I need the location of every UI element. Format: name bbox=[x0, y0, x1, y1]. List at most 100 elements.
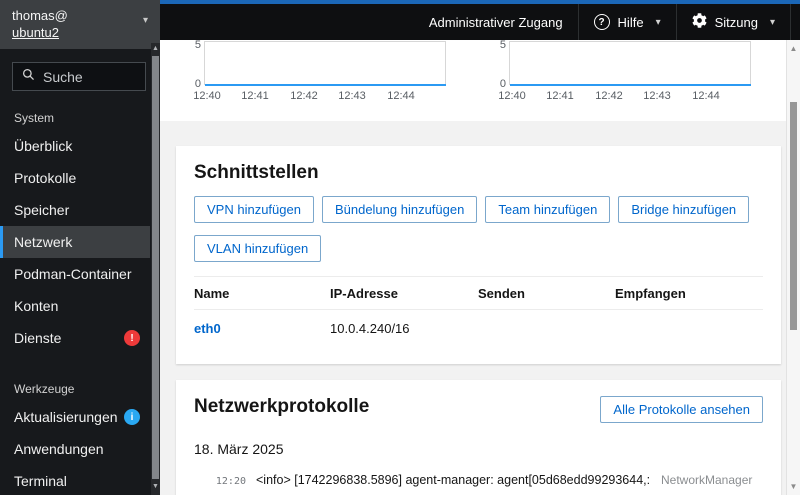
help-menu[interactable]: ? Hilfe ▾ bbox=[579, 4, 676, 40]
alert-badge: ! bbox=[124, 330, 140, 346]
chart-receive: 5 0 12:40 12:41 12:42 12:43 12:44 bbox=[493, 40, 754, 103]
sidebar-item-label: Überblick bbox=[14, 138, 73, 154]
sidebar-scrollbar-thumb[interactable] bbox=[152, 56, 159, 479]
sidebar-nav: System Überblick Protokolle Speicher Net… bbox=[0, 49, 160, 495]
sidebar-item-label: Protokolle bbox=[14, 170, 77, 186]
gear-icon bbox=[692, 13, 707, 31]
sidebar-item-label: Podman-Container bbox=[14, 266, 132, 282]
masthead: Administrativer Zugang ? Hilfe ▾ Sitzung… bbox=[160, 0, 800, 40]
add-bond-button[interactable]: Bündelung hinzufügen bbox=[321, 196, 478, 223]
sidebar-item-terminal[interactable]: Terminal bbox=[0, 465, 150, 495]
log-message: <info> [1742296838.5896] agent-manager: … bbox=[256, 473, 651, 487]
sidebar-item-speicher[interactable]: Speicher bbox=[0, 194, 150, 226]
sidebar-item-label: Speicher bbox=[14, 202, 70, 218]
x-axis: 12:40 12:41 12:42 12:43 12:44 bbox=[498, 90, 754, 103]
sidebar-item-protokolle[interactable]: Protokolle bbox=[0, 162, 150, 194]
host-name: ubuntu2 bbox=[12, 25, 59, 40]
chevron-down-icon: ▾ bbox=[769, 16, 775, 28]
x-tick: 12:43 bbox=[338, 90, 366, 102]
scroll-down-icon[interactable]: ▼ bbox=[787, 482, 800, 491]
admin-access-label: Administrativer Zugang bbox=[428, 14, 563, 30]
chart-send: 5 0 12:40 12:41 12:42 12:43 12:44 bbox=[188, 40, 449, 103]
search-icon bbox=[22, 68, 35, 86]
log-list: 12:20 <info> [1742296838.5896] agent-man… bbox=[194, 465, 763, 495]
x-tick: 12:43 bbox=[643, 90, 671, 102]
y-tick: 5 bbox=[194, 40, 201, 51]
x-tick: 12:40 bbox=[193, 90, 221, 102]
add-team-button[interactable]: Team hinzufügen bbox=[485, 196, 611, 223]
chart-line bbox=[205, 84, 446, 86]
sidebar-item-label: Dienste bbox=[14, 330, 62, 346]
x-tick: 12:42 bbox=[290, 90, 318, 102]
sidebar-item-aktualisierungen[interactable]: Aktualisierungen i bbox=[0, 401, 150, 433]
sidebar-item-podman-container[interactable]: Podman-Container bbox=[0, 258, 150, 290]
log-row[interactable]: 12:20 <info> [1742296838.5896] agent-man… bbox=[194, 465, 763, 495]
sidebar-item-label: Aktualisierungen bbox=[14, 409, 118, 425]
chevron-down-icon: ▾ bbox=[142, 15, 148, 26]
content-scrollbar[interactable]: ▲ ▼ bbox=[786, 40, 800, 495]
search-box[interactable] bbox=[12, 62, 146, 91]
session-menu[interactable]: Sitzung ▾ bbox=[677, 4, 790, 40]
column-header-ip: IP-Adresse bbox=[330, 276, 478, 310]
y-axis: 5 0 bbox=[493, 40, 509, 90]
interfaces-card: Schnittstellen VPN hinzufügen Bündelung … bbox=[176, 146, 781, 364]
x-tick: 12:42 bbox=[595, 90, 623, 102]
main-area: Administrativer Zugang ? Hilfe ▾ Sitzung… bbox=[160, 0, 800, 495]
sidebar-item-label: Netzwerk bbox=[14, 234, 73, 250]
column-header-send: Senden bbox=[478, 276, 615, 310]
user-name: thomas@ bbox=[12, 8, 68, 23]
sidebar-item-dienste[interactable]: Dienste ! bbox=[0, 322, 150, 354]
content-scrollbar-thumb[interactable] bbox=[790, 102, 797, 330]
column-header-name: Name bbox=[194, 276, 330, 310]
x-tick: 12:41 bbox=[241, 90, 269, 102]
interfaces-title: Schnittstellen bbox=[194, 162, 319, 183]
x-tick: 12:44 bbox=[387, 90, 415, 102]
chart-line bbox=[510, 84, 751, 86]
sidebar-item-konten[interactable]: Konten bbox=[0, 290, 150, 322]
column-header-receive: Empfangen bbox=[615, 276, 763, 310]
interface-receive bbox=[615, 310, 763, 349]
x-axis: 12:40 12:41 12:42 12:43 12:44 bbox=[193, 90, 449, 103]
search-input[interactable] bbox=[43, 68, 133, 85]
scroll-up-icon[interactable]: ▲ bbox=[151, 43, 160, 55]
table-row[interactable]: eth0 10.0.4.240/16 bbox=[194, 310, 763, 349]
interfaces-table: Name IP-Adresse Senden Empfangen eth0 10… bbox=[194, 276, 763, 348]
add-vlan-button[interactable]: VLAN hinzufügen bbox=[194, 235, 322, 262]
y-axis: 5 0 bbox=[188, 40, 204, 90]
help-label: Hilfe bbox=[617, 14, 644, 30]
user-menu[interactable]: thomas@ ubuntu2 ▾ bbox=[0, 0, 160, 49]
sidebar-item-label: Anwendungen bbox=[14, 441, 104, 457]
info-badge: i bbox=[124, 409, 140, 425]
logs-title: Netzwerkprotokolle bbox=[194, 396, 370, 417]
help-icon: ? bbox=[593, 14, 610, 30]
log-service: NetworkManager bbox=[661, 473, 753, 487]
nav-section-system: System bbox=[14, 111, 55, 125]
nav-section-werkzeuge: Werkzeuge bbox=[14, 382, 75, 396]
chart-plot-area bbox=[509, 41, 751, 86]
sidebar-scrollbar[interactable]: ▲ ▼ bbox=[151, 43, 160, 495]
interface-eth0-link[interactable]: eth0 bbox=[194, 321, 221, 336]
traffic-charts: 5 0 12:40 12:41 12:42 12:43 12:44 5 0 12… bbox=[160, 40, 786, 121]
log-time: 12:20 bbox=[215, 476, 246, 487]
scroll-down-icon[interactable]: ▼ bbox=[151, 481, 160, 493]
add-bridge-button[interactable]: Bridge hinzufügen bbox=[618, 196, 750, 223]
x-tick: 12:44 bbox=[692, 90, 720, 102]
scroll-up-icon[interactable]: ▲ bbox=[787, 44, 800, 53]
sidebar-item-label: Konten bbox=[14, 298, 59, 314]
table-header-row: Name IP-Adresse Senden Empfangen bbox=[194, 276, 763, 310]
session-label: Sitzung bbox=[714, 14, 758, 30]
sidebar: thomas@ ubuntu2 ▾ System Überblick Proto… bbox=[0, 0, 160, 495]
x-tick: 12:41 bbox=[546, 90, 574, 102]
add-vpn-button[interactable]: VPN hinzufügen bbox=[194, 196, 314, 223]
sidebar-item-ueberblick[interactable]: Überblick bbox=[0, 130, 150, 162]
sidebar-item-anwendungen[interactable]: Anwendungen bbox=[0, 433, 150, 465]
sidebar-item-netzwerk[interactable]: Netzwerk bbox=[0, 226, 150, 258]
y-tick: 0 bbox=[194, 78, 201, 90]
y-tick: 5 bbox=[499, 40, 506, 51]
logs-card: Netzwerkprotokolle Alle Protokolle anseh… bbox=[176, 380, 781, 495]
admin-access-button[interactable]: Administrativer Zugang bbox=[414, 4, 578, 40]
page-content: 5 0 12:40 12:41 12:42 12:43 12:44 5 0 12… bbox=[160, 40, 800, 495]
view-all-logs-button[interactable]: Alle Protokolle ansehen bbox=[600, 396, 763, 423]
log-date: 18. März 2025 bbox=[194, 441, 284, 457]
